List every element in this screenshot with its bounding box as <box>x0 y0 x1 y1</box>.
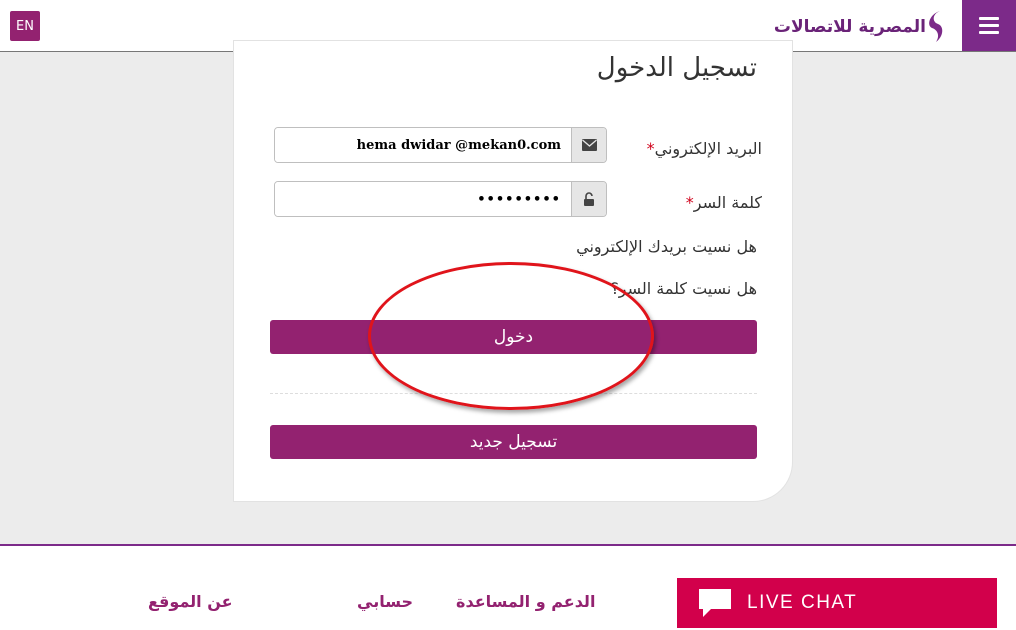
footer-link-about[interactable]: عن الموقع <box>148 592 233 611</box>
logo-mark-icon <box>929 11 943 42</box>
register-button[interactable]: تسجيل جديد <box>270 425 757 459</box>
footer-link-account[interactable]: حسابي <box>357 592 413 611</box>
logo-text: المصرية للاتصالات <box>773 17 926 37</box>
language-toggle-button[interactable]: EN <box>10 11 40 41</box>
chat-bubble-icon <box>699 589 731 617</box>
required-mark: * <box>646 139 655 158</box>
live-chat-label: LIVE CHAT <box>747 592 858 613</box>
forgot-password-link[interactable]: هل نسيت كلمة السر؟ <box>610 279 757 298</box>
hamburger-icon <box>979 17 999 20</box>
menu-button[interactable] <box>962 0 1016 51</box>
page-title: تسجيل الدخول <box>596 53 757 83</box>
divider <box>270 393 757 394</box>
forgot-email-link[interactable]: هل نسيت بريدك الإلكتروني <box>576 237 757 256</box>
unlock-icon <box>571 182 606 216</box>
login-card: تسجيل الدخول البريد الإلكتروني* كلمة الس… <box>233 40 793 502</box>
password-label: كلمة السر* <box>685 193 762 212</box>
email-field[interactable] <box>275 128 571 162</box>
email-field-group <box>274 127 607 163</box>
password-field-group <box>274 181 607 217</box>
logo[interactable]: المصرية للاتصالات <box>770 8 946 46</box>
email-label: البريد الإلكتروني* <box>646 139 762 158</box>
password-field[interactable] <box>275 182 571 216</box>
footer-link-support[interactable]: الدعم و المساعدة <box>456 592 595 611</box>
required-mark: * <box>685 193 694 212</box>
envelope-icon <box>571 128 606 162</box>
live-chat-button[interactable]: LIVE CHAT <box>677 578 997 628</box>
login-button[interactable]: دخول <box>270 320 757 354</box>
